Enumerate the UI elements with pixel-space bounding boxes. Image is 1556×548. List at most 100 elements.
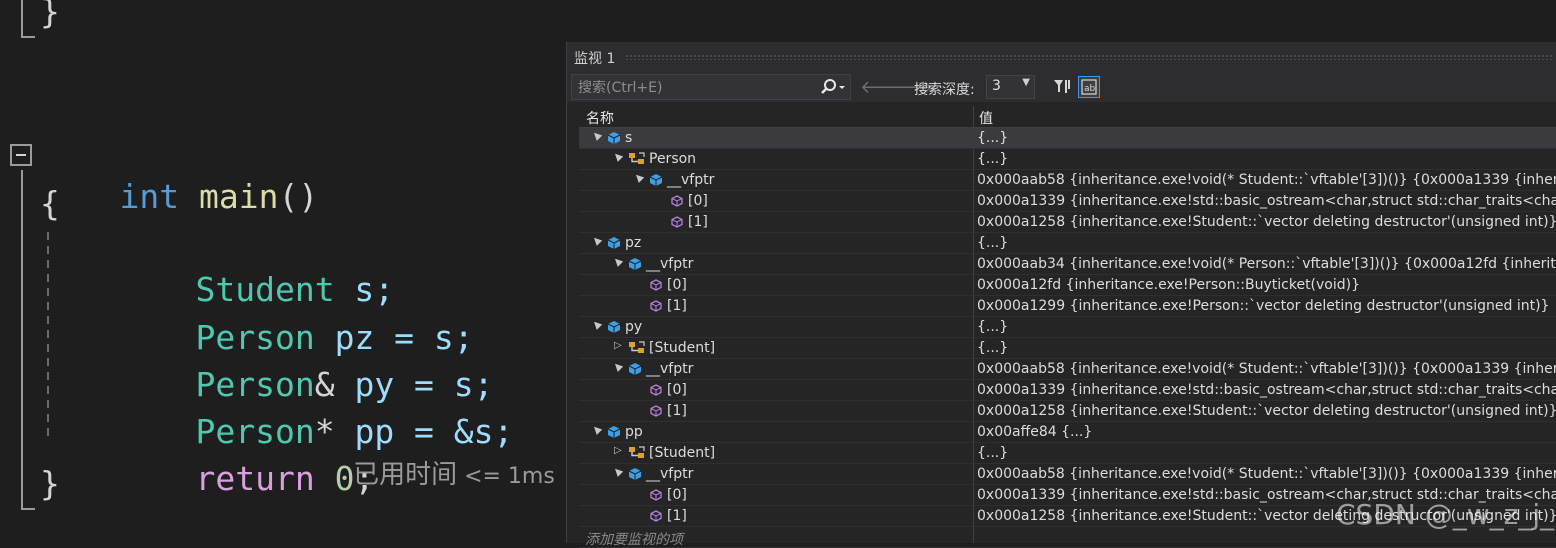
watch-row-value[interactable]: {...}: [977, 235, 1556, 251]
watch-row-name: [1]: [667, 403, 687, 419]
watch-row-value[interactable]: 0x00affe84 {...}: [977, 424, 1556, 440]
watch-title-bar[interactable]: 监视 1: [567, 42, 1556, 72]
code-editor[interactable]: } int main() { Student s; Person pz = s;…: [0, 0, 566, 543]
watch-row-name: py: [625, 319, 643, 335]
member-icon: [649, 404, 663, 418]
search-icon[interactable]: [818, 77, 848, 97]
watch-row[interactable]: ▷ [Student] {...}: [579, 338, 1556, 359]
watch-row[interactable]: [1] 0x000a1258 {inheritance.exe!Student::…: [579, 212, 1556, 233]
watch-row-value[interactable]: 0x000aab58 {inheritance.exe!void(* Stude…: [977, 172, 1556, 188]
watch-row[interactable]: [1] 0x000a1299 {inheritance.exe!Person::`…: [579, 296, 1556, 317]
expanded-arrow-icon[interactable]: ▲: [590, 318, 603, 331]
expanded-arrow-icon[interactable]: ▲: [611, 360, 624, 373]
watch-row-name: [Student]: [649, 445, 716, 461]
watch-row[interactable]: ▲ __vfptr 0x000aab34 {inheritance.exe!void…: [579, 254, 1556, 275]
hex-display-icon[interactable]: ab: [1078, 76, 1100, 98]
watch-row-value[interactable]: 0x000a1258 {inheritance.exe!Student::`ve…: [977, 403, 1556, 419]
expanded-arrow-icon[interactable]: ▲: [590, 234, 603, 247]
watch-row[interactable]: [0] 0x000a1339 {inheritance.exe!std::basi…: [579, 380, 1556, 401]
collapse-icon[interactable]: [10, 144, 32, 166]
watch-row-name: Person: [649, 151, 697, 167]
code-line-brace-close-top: }: [40, 0, 60, 31]
watch-window[interactable]: 监视 1 🡐 🡒 搜索深度: 3 ▼: [566, 42, 1556, 548]
scope-guide-main-end: [21, 508, 35, 510]
object-icon: [607, 236, 621, 250]
watch-row[interactable]: ▲ __vfptr 0x000aab58 {inheritance.exe!void…: [579, 464, 1556, 485]
watch-row[interactable]: [0] 0x000a12fd {inheritance.exe!Person::B…: [579, 275, 1556, 296]
watch-row[interactable]: ▲ pz {...}: [579, 233, 1556, 254]
collapsed-arrow-icon[interactable]: ▷: [614, 445, 622, 456]
watch-row-name: __vfptr: [646, 466, 694, 482]
watch-row[interactable]: ▲ Person {...}: [579, 149, 1556, 170]
expanded-arrow-icon[interactable]: ▲: [611, 255, 624, 268]
watch-row-name: [0]: [667, 277, 687, 293]
member-icon: [649, 509, 663, 523]
object-icon: [628, 257, 642, 271]
watch-row[interactable]: ▲ pp 0x00affe84 {...}: [579, 422, 1556, 443]
add-watch-placeholder: 添加要监视的项: [585, 532, 683, 548]
base-class-icon: [628, 152, 645, 166]
scope-guide-top: [21, 0, 23, 38]
scope-guide-top-end: [21, 36, 35, 38]
watch-row-name: [1]: [667, 508, 687, 524]
object-icon: [628, 467, 642, 481]
expanded-arrow-icon[interactable]: ▲: [590, 423, 603, 436]
base-class-icon: [628, 341, 645, 355]
watch-row-value[interactable]: 0x000a1339 {inheritance.exe!std::basic_o…: [977, 193, 1556, 209]
watch-row-name: [Student]: [649, 340, 716, 356]
perf-tip[interactable]: 已用时间 <= 1ms: [320, 424, 555, 521]
watch-row-value[interactable]: {...}: [977, 319, 1556, 335]
object-icon: [607, 425, 621, 439]
member-icon: [649, 488, 663, 502]
drag-grip[interactable]: [625, 54, 1553, 60]
watch-row-value[interactable]: 0x000aab58 {inheritance.exe!void(* Stude…: [977, 466, 1556, 482]
watch-row-name: s: [625, 130, 633, 146]
collapsed-arrow-icon[interactable]: ▷: [614, 340, 622, 351]
watch-row-value[interactable]: {...}: [977, 151, 1556, 167]
watch-row-name: [0]: [667, 382, 687, 398]
watch-row-value[interactable]: 0x000aab58 {inheritance.exe!void(* Stude…: [977, 361, 1556, 377]
expanded-arrow-icon[interactable]: ▲: [611, 465, 624, 478]
watch-row-value[interactable]: {...}: [977, 445, 1556, 461]
watch-row[interactable]: ▲ py {...}: [579, 317, 1556, 338]
watch-row-value[interactable]: 0x000a12fd {inheritance.exe!Person::Buyt…: [977, 277, 1556, 293]
code-line-brace-close: }: [40, 464, 60, 503]
filter-icon[interactable]: [1051, 76, 1073, 98]
function-name: main: [198, 177, 279, 216]
grid-header: 名称 值: [579, 106, 1556, 128]
search-box[interactable]: [571, 74, 851, 100]
watch-toolbar: 🡐 🡒 搜索深度: 3 ▼ ab: [567, 72, 1556, 102]
watch-row[interactable]: ▷ [Student] {...}: [579, 443, 1556, 464]
watch-row[interactable]: [0] 0x000a1339 {inheritance.exe!std::basi…: [579, 191, 1556, 212]
watch-row-value[interactable]: {...}: [977, 340, 1556, 356]
watch-row[interactable]: [1] 0x000a1258 {inheritance.exe!Student::…: [579, 401, 1556, 422]
code-line-brace-open: {: [40, 184, 60, 223]
watch-row[interactable]: ▲ s {...}: [579, 128, 1556, 149]
watch-row-value[interactable]: 0x000a1299 {inheritance.exe!Person::`vec…: [977, 298, 1556, 314]
watermark: CSDN @_w_z_j_: [1336, 498, 1555, 531]
watch-row-name: pp: [625, 424, 643, 440]
expanded-arrow-icon[interactable]: ▲: [632, 171, 645, 184]
expanded-arrow-icon[interactable]: ▲: [590, 129, 603, 142]
watch-row-value[interactable]: 0x000a1339 {inheritance.exe!std::basic_o…: [977, 382, 1556, 398]
watch-row-value[interactable]: 0x000aab34 {inheritance.exe!void(* Perso…: [977, 256, 1556, 272]
expanded-arrow-icon[interactable]: ▲: [611, 150, 624, 163]
watch-row-name: [0]: [688, 193, 708, 209]
object-icon: [607, 131, 621, 145]
member-icon: [670, 194, 684, 208]
member-icon: [670, 215, 684, 229]
watch-row[interactable]: ▲ __vfptr 0x000aab58 {inheritance.exe!void…: [579, 359, 1556, 380]
watch-row-name: [0]: [667, 487, 687, 503]
search-input[interactable]: [576, 78, 810, 98]
keyword-int: int: [119, 177, 180, 216]
watch-row-value[interactable]: 0x000a1258 {inheritance.exe!Student::`ve…: [977, 214, 1556, 230]
indent-guide: [47, 232, 49, 438]
base-class-icon: [628, 446, 645, 460]
object-icon: [607, 320, 621, 334]
column-header-value[interactable]: 值: [979, 108, 993, 128]
watch-row[interactable]: ▲ __vfptr 0x000aab58 {inheritance.exe!void…: [579, 170, 1556, 191]
object-icon: [628, 362, 642, 376]
column-header-name[interactable]: 名称: [586, 108, 614, 128]
search-depth-select[interactable]: 3 ▼: [986, 75, 1035, 99]
watch-row-value[interactable]: {...}: [977, 130, 1556, 146]
